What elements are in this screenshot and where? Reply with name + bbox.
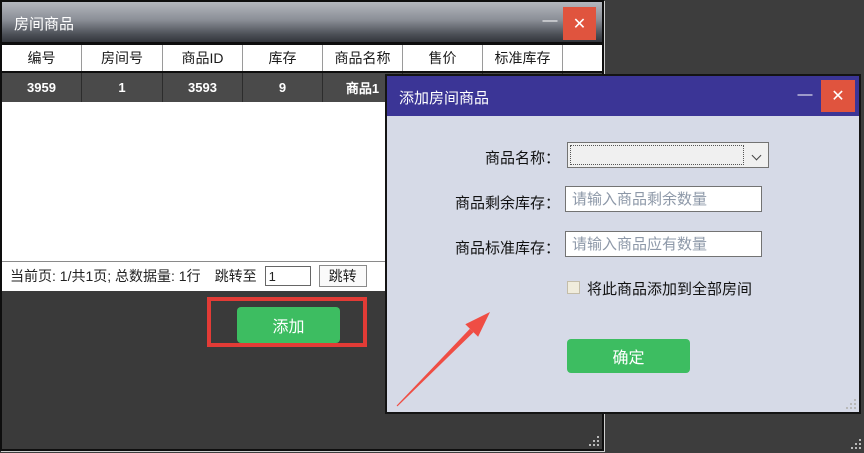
standard-stock-label: 商品标准库存： [387,237,560,258]
dialog-body: 商品名称： 商品剩余库存： 商品标准库存： 将此商品添加到全部房间 确定 [387,116,859,412]
column-header-empty [563,45,602,71]
column-header[interactable]: 商品名称 [323,45,403,71]
table-header-row: 编号 房间号 商品ID 库存 商品名称 售价 标准库存 [2,45,602,73]
dialog-titlebar: 添加房间商品 — ✕ [387,76,859,116]
room-products-titlebar: 房间商品 — ✕ [2,2,602,42]
column-header[interactable]: 库存 [243,45,323,71]
resize-grip-icon[interactable] [589,436,599,446]
resize-grip-icon[interactable] [851,439,861,449]
chevron-down-icon [752,151,762,161]
pagination-summary: 当前页: 1/共1页; 总数据量: 1行 [10,266,201,286]
standard-stock-input[interactable] [565,231,762,257]
product-name-select[interactable] [567,142,769,168]
minimize-icon[interactable]: — [797,88,813,104]
cell-room: 1 [82,73,163,102]
cell-product-id: 3593 [163,73,243,102]
add-button[interactable]: 添加 [237,307,340,343]
confirm-button[interactable]: 确定 [567,339,690,373]
column-header[interactable]: 商品ID [163,45,243,71]
column-header[interactable]: 标准库存 [483,45,563,71]
jump-to-label: 跳转至 [215,266,257,286]
close-icon[interactable]: ✕ [563,7,596,40]
red-arrow-annotation [387,301,502,416]
resize-grip-icon[interactable] [846,399,856,409]
minimize-icon[interactable]: — [542,14,558,30]
column-header[interactable]: 房间号 [82,45,163,71]
cell-number: 3959 [2,73,82,102]
jump-page-input[interactable] [265,266,311,286]
column-header[interactable]: 售价 [403,45,483,71]
remaining-stock-input[interactable] [565,186,762,212]
remaining-stock-label: 商品剩余库存： [387,192,560,213]
all-rooms-checkbox[interactable] [567,281,580,294]
jump-button[interactable]: 跳转 [319,265,367,287]
product-name-label: 商品名称： [387,147,560,168]
add-room-product-dialog: 添加房间商品 — ✕ 商品名称： 商品剩余库存： 商品标准库存： 将此商品添加到… [385,74,861,414]
cell-stock: 9 [243,73,323,102]
app-background: 房间商品 — ✕ 编号 房间号 商品ID 库存 商品名称 售价 标准库存 395… [0,0,864,453]
all-rooms-checkbox-label: 将此商品添加到全部房间 [587,278,752,299]
column-header[interactable]: 编号 [2,45,82,71]
window-title: 房间商品 [14,13,74,34]
focus-outline [570,145,744,165]
dialog-title: 添加房间商品 [399,87,489,108]
close-icon[interactable]: ✕ [821,80,855,112]
